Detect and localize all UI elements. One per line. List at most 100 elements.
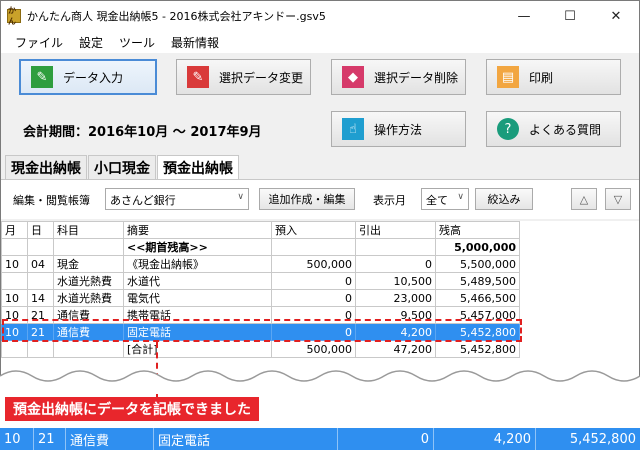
delete-selected-label: 選択データ削除 — [374, 70, 459, 85]
table-row-selected[interactable]: 10 21 通信費 固定電話 0 4,200 5,452,800 — [1, 323, 520, 341]
change-selected-label: 選択データ変更 — [219, 70, 304, 85]
title-bar: かん かんたん商人 現金出納帳5 - 2016株式会社アキンドー.gsv5 — … — [1, 1, 639, 31]
table-row[interactable]: 水道光熱費 水道代 0 10,500 5,489,500 — [1, 272, 520, 290]
hand-pointer-icon: ☝ — [342, 118, 364, 140]
cell-deposit: 500,000 — [271, 255, 356, 273]
table-header-row: 月 日 科目 摘要 預入 引出 残高 — [1, 221, 520, 239]
ledger-grid: 月 日 科目 摘要 預入 引出 残高 <<期首残高>> 5,000,000 10… — [1, 221, 639, 381]
ledger-table: 月 日 科目 摘要 預入 引出 残高 <<期首残高>> 5,000,000 10… — [1, 221, 520, 358]
header-month: 月 — [1, 221, 28, 239]
cell-balance: 5,466,500 — [435, 289, 520, 307]
faq-label: よくある質問 — [529, 122, 602, 137]
cell-account: 通信費 — [53, 323, 124, 341]
pencil-icon: ✎ — [31, 66, 53, 88]
ledger-label: 編集・閲覧帳簿 — [13, 194, 90, 207]
table-row[interactable]: 10 21 通信費 携帯電話 0 9,500 5,457,000 — [1, 306, 520, 324]
chevron-down-icon: ∨ — [457, 192, 464, 202]
cell-month — [1, 340, 28, 358]
zoom-account: 通信費 — [66, 428, 154, 450]
month-label: 表示月 — [373, 194, 406, 207]
cell-summary: 電気代 — [123, 289, 272, 307]
document-icon: ▤ — [497, 66, 519, 88]
cell-day — [27, 340, 54, 358]
data-entry-button[interactable]: ✎ データ入力 — [19, 59, 157, 95]
cell-balance: 5,457,000 — [435, 306, 520, 324]
cell-summary: 携帯電話 — [123, 306, 272, 324]
month-select[interactable]: 全て ∨ — [421, 188, 469, 210]
success-callout: 預金出納帳にデータを記帳できました — [5, 397, 259, 421]
maximize-button[interactable]: ☐ — [547, 1, 593, 31]
zoom-withdraw: 4,200 — [434, 428, 536, 450]
menu-news[interactable]: 最新情報 — [163, 34, 227, 51]
data-entry-label: データ入力 — [63, 70, 124, 85]
header-account: 科目 — [53, 221, 124, 239]
cell-day: 21 — [27, 306, 54, 324]
menu-settings[interactable]: 設定 — [71, 34, 111, 51]
tab-deposit-ledger[interactable]: 預金出納帳 — [157, 155, 239, 179]
ledger-select-value: あさんど銀行 — [110, 194, 176, 207]
cell-account: 通信費 — [53, 306, 124, 324]
header-withdraw: 引出 — [355, 221, 436, 239]
cell-summary: 《現金出納帳》 — [123, 255, 272, 273]
month-select-value: 全て — [426, 194, 448, 207]
zoom-day: 21 — [34, 428, 66, 450]
toolbar: ✎ データ入力 ✎ 選択データ変更 ◆ 選択データ削除 ▤ 印刷 ☝ 操作方法 … — [1, 53, 639, 153]
cell-withdraw: 10,500 — [355, 272, 436, 290]
menu-tools[interactable]: ツール — [111, 34, 163, 51]
app-window: かん かんたん商人 現金出納帳5 - 2016株式会社アキンドー.gsv5 — … — [0, 0, 640, 382]
narrow-button[interactable]: 絞込み — [475, 188, 533, 210]
cell-deposit: 0 — [271, 289, 356, 307]
cell-deposit: 0 — [271, 306, 356, 324]
cell-day: 04 — [27, 255, 54, 273]
tab-petty-cash[interactable]: 小口現金 — [88, 155, 156, 179]
chat-bubble-icon: ? — [497, 118, 519, 140]
faq-button[interactable]: ? よくある質問 — [486, 111, 621, 147]
table-row[interactable]: 10 04 現金 《現金出納帳》 500,000 0 5,500,000 — [1, 255, 520, 273]
cell-day: 21 — [27, 323, 54, 341]
cell-balance: 5,452,800 — [435, 340, 520, 358]
print-button[interactable]: ▤ 印刷 — [486, 59, 621, 95]
close-button[interactable]: ✕ — [593, 1, 639, 31]
cell-month — [1, 272, 28, 290]
how-to-button[interactable]: ☝ 操作方法 — [331, 111, 466, 147]
delete-selected-button[interactable]: ◆ 選択データ削除 — [331, 59, 466, 95]
accounting-period: 会計期間：2016年10月 ～ 2017年9月 — [23, 125, 262, 140]
add-edit-button[interactable]: 追加作成・編集 — [259, 188, 355, 210]
zoom-summary: 固定電話 — [154, 428, 338, 450]
change-selected-button[interactable]: ✎ 選択データ変更 — [176, 59, 311, 95]
zoom-deposit: 0 — [338, 428, 434, 450]
zoomed-selected-row: 10 21 通信費 固定電話 0 4,200 5,452,800 — [0, 428, 640, 450]
how-to-label: 操作方法 — [374, 122, 423, 137]
zoom-month: 10 — [0, 428, 34, 450]
chevron-down-icon: ∨ — [237, 192, 244, 202]
cell-day — [27, 272, 54, 290]
cell-summary: 固定電話 — [123, 323, 272, 341]
cell-withdraw: 23,000 — [355, 289, 436, 307]
header-day: 日 — [27, 221, 54, 239]
menu-file[interactable]: ファイル — [7, 34, 71, 51]
cell-deposit — [271, 238, 356, 256]
move-down-button[interactable]: ▽ — [605, 188, 631, 210]
cell-month: 10 — [1, 289, 28, 307]
table-row[interactable]: <<期首残高>> 5,000,000 — [1, 238, 520, 256]
menu-bar: ファイル 設定 ツール 最新情報 — [1, 31, 639, 53]
minimize-button[interactable]: — — [501, 1, 547, 31]
cell-month: 10 — [1, 255, 28, 273]
cell-summary: 水道代 — [123, 272, 272, 290]
header-deposit: 預入 — [271, 221, 356, 239]
cell-summary: <<期首残高>> — [123, 238, 272, 256]
table-row[interactable]: 10 14 水道光熱費 電気代 0 23,000 5,466,500 — [1, 289, 520, 307]
tab-cash-ledger[interactable]: 現金出納帳 — [5, 155, 87, 179]
eraser-icon: ◆ — [342, 66, 364, 88]
ledger-select[interactable]: あさんど銀行 ∨ — [105, 188, 249, 210]
cell-summary: [合計] — [123, 340, 272, 358]
cell-withdraw: 0 — [355, 255, 436, 273]
cell-account: 水道光熱費 — [53, 272, 124, 290]
zoom-balance: 5,452,800 — [569, 431, 636, 447]
cell-day: 14 — [27, 289, 54, 307]
table-total-row: [合計] 500,000 47,200 5,452,800 — [1, 340, 520, 358]
cell-balance: 5,452,800 — [435, 323, 520, 341]
cell-withdraw: 4,200 — [355, 323, 436, 341]
move-up-button[interactable]: △ — [571, 188, 597, 210]
cell-balance: 5,489,500 — [435, 272, 520, 290]
